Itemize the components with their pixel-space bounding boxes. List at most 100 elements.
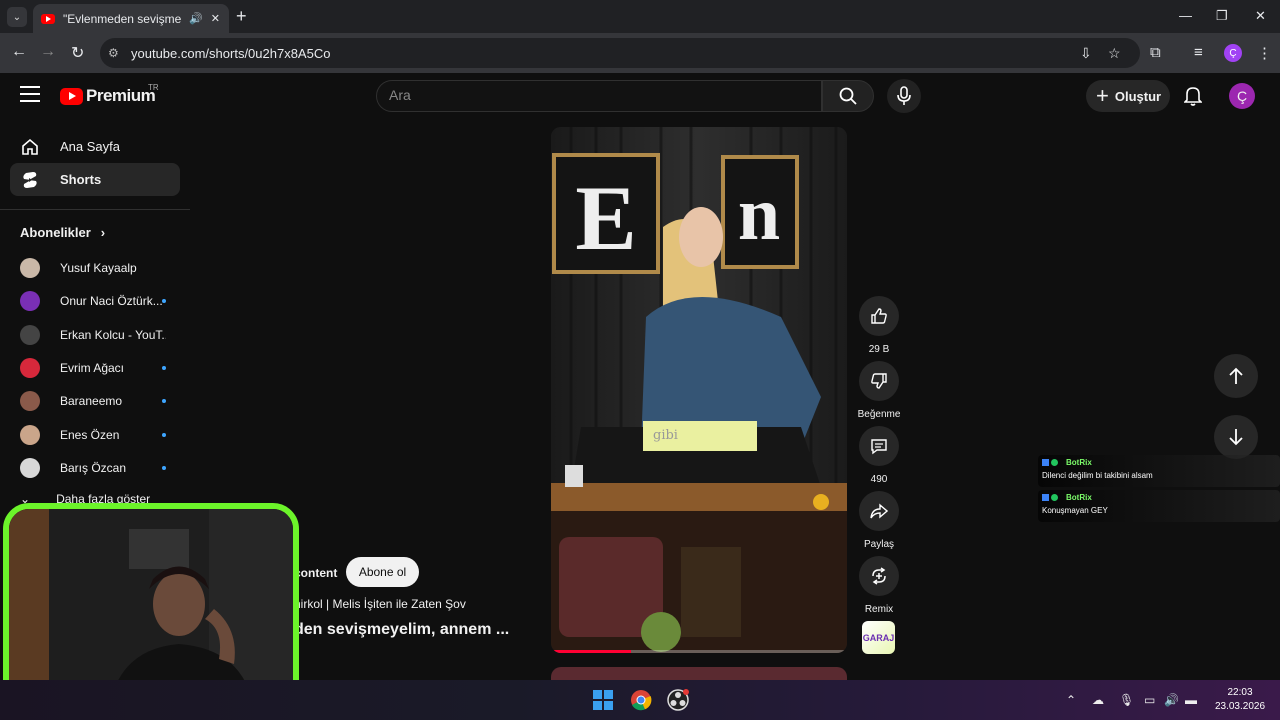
channel-name[interactable]: content [294, 566, 337, 580]
new-content-dot [162, 466, 166, 470]
close-tab-icon[interactable]: ✕ [211, 12, 220, 25]
speaker-icon[interactable]: 🔊 [189, 12, 203, 25]
install-app-icon[interactable]: ⇩ [1080, 45, 1092, 62]
back-arrow-icon[interactable]: ← [11, 43, 27, 61]
subscription-item[interactable]: Evrim Ağacı [20, 356, 170, 380]
chrome-icon[interactable] [630, 689, 652, 711]
browser-profile-avatar[interactable]: Ç [1224, 44, 1242, 62]
sidebar-item-label: Shorts [60, 172, 102, 187]
channel-avatar [20, 258, 40, 278]
subscriptions-header[interactable]: Abonelikler › [20, 225, 105, 240]
search-box [376, 80, 822, 112]
cloud-icon[interactable]: ☁ [1092, 693, 1104, 707]
next-short-button[interactable] [1214, 415, 1258, 459]
logo-country-code: TR [148, 83, 159, 92]
subscription-item[interactable]: Erkan Kolcu - YouT... [20, 323, 170, 347]
url-text: youtube.com/shorts/0u2h7x8A5Co [131, 46, 331, 61]
sound-thumbnail[interactable]: GARAJ [862, 621, 895, 654]
dislike-button[interactable]: Beğenme [857, 361, 901, 420]
chat-message: BotRix Konuşmayan GEY [1038, 490, 1280, 522]
share-button[interactable]: Paylaş [857, 491, 901, 550]
volume-icon[interactable]: 🔊 [1164, 693, 1179, 707]
comment-icon [871, 439, 887, 455]
browser-tab[interactable]: "Evlenmeden sevişmeyelim, 🔊 ✕ [33, 4, 229, 33]
previous-short-button[interactable] [1214, 354, 1258, 398]
address-bar[interactable]: ⚙ youtube.com/shorts/0u2h7x8A5Co ⇩ ☆ [100, 38, 1140, 68]
subscription-item[interactable]: Yusuf Kayaalp [20, 256, 170, 280]
sound-link[interactable]: nirkol | Melis İşiten ile Zaten Şov [294, 597, 466, 611]
obs-icon[interactable] [667, 689, 689, 711]
clock-date: 23.03.2026 [1214, 701, 1266, 712]
new-tab-button[interactable]: + [236, 7, 247, 25]
webcam-feed [9, 509, 293, 709]
more-menu-icon[interactable]: ⋮ [1257, 44, 1272, 62]
verified-badge-icon [1051, 494, 1058, 502]
youtube-favicon-icon [41, 13, 55, 24]
video-progress-bar[interactable] [551, 650, 847, 653]
create-button[interactable]: + Oluştur [1086, 80, 1170, 112]
media-control-icon[interactable]: ≡ [1194, 44, 1203, 61]
search-icon [839, 87, 857, 105]
short-video-player[interactable]: E n gibi [551, 127, 847, 653]
network-icon[interactable]: ▭ [1144, 693, 1155, 707]
arrow-down-icon [1229, 429, 1243, 446]
account-avatar[interactable]: Ç [1229, 83, 1255, 109]
share-label: Paylaş [863, 539, 894, 550]
tab-search-button[interactable]: ⌄ [7, 7, 27, 27]
remix-button[interactable]: Remix [857, 556, 901, 615]
minimize-icon[interactable]: — [1179, 8, 1192, 23]
subscription-item[interactable]: Enes Özen [20, 423, 170, 447]
channel-avatar [20, 458, 40, 478]
thumbs-up-icon [871, 308, 887, 324]
chevron-up-icon[interactable]: ⌃ [1066, 693, 1076, 707]
comments-button[interactable]: 490 [857, 426, 901, 485]
search-button[interactable] [822, 80, 874, 112]
search-input[interactable] [389, 87, 809, 103]
battery-icon[interactable]: ▬ [1185, 693, 1197, 707]
shorts-icon [23, 171, 37, 188]
short-title[interactable]: den sevişmeyelim, annem ... [294, 621, 509, 639]
clock-time: 22:03 [1227, 687, 1253, 698]
forward-arrow-icon[interactable]: → [40, 43, 56, 61]
channel-avatar [20, 358, 40, 378]
site-info-icon[interactable]: ⚙ [108, 46, 119, 60]
subscriptions-header-label: Abonelikler [20, 225, 91, 240]
extensions-icon[interactable]: ⧉ [1150, 44, 1161, 61]
verified-badge-icon [1051, 459, 1058, 467]
create-label: Oluştur [1114, 88, 1162, 104]
remix-icon [872, 567, 886, 585]
windows-start-icon[interactable] [593, 690, 613, 710]
sidebar-item-home[interactable]: Ana Sayfa [10, 130, 180, 163]
system-clock[interactable]: 22:03 23.03.2026 [1212, 686, 1268, 714]
subscribe-button[interactable]: Abone ol [346, 557, 419, 587]
subscription-item[interactable]: Baraneemo [20, 389, 170, 413]
svg-text:n: n [738, 172, 780, 256]
youtube-premium-logo[interactable]: Premium [60, 86, 156, 106]
restore-icon[interactable]: ❐ [1216, 8, 1228, 24]
close-window-icon[interactable]: ✕ [1255, 8, 1266, 24]
reload-icon[interactable]: ↻ [71, 43, 84, 63]
new-content-dot [162, 366, 166, 370]
bookmark-star-icon[interactable]: ☆ [1108, 45, 1121, 62]
chevron-right-icon: › [100, 225, 106, 240]
bell-icon [1183, 87, 1203, 106]
microphone-tray-icon[interactable]: 🎙 [1119, 693, 1134, 707]
channel-avatar [20, 325, 40, 345]
home-icon [22, 138, 38, 155]
subscription-item[interactable]: Onur Naci Öztürk... [20, 289, 170, 313]
arrow-up-icon [1229, 367, 1243, 384]
like-count: 29 B [868, 344, 890, 355]
subscription-item[interactable]: Barış Özcan [20, 456, 170, 480]
subscription-name: Baraneemo [60, 394, 123, 408]
platform-badge-icon [1042, 459, 1049, 467]
voice-search-button[interactable] [887, 79, 921, 113]
subscription-name: Onur Naci Öztürk... [60, 294, 163, 308]
sidebar-item-shorts[interactable]: Shorts [10, 163, 180, 196]
channel-avatar [20, 425, 40, 445]
sidebar-item-label: Ana Sayfa [60, 139, 120, 154]
notifications-button[interactable] [1183, 86, 1203, 111]
taskbar: ⌃ ☁ 🎙 ▭ 🔊 ▬ 22:03 23.03.2026 [0, 680, 1280, 720]
chat-text: Konuşmayan GEY [1042, 506, 1108, 515]
like-button[interactable]: 29 B [857, 296, 901, 355]
menu-icon[interactable] [20, 86, 40, 107]
